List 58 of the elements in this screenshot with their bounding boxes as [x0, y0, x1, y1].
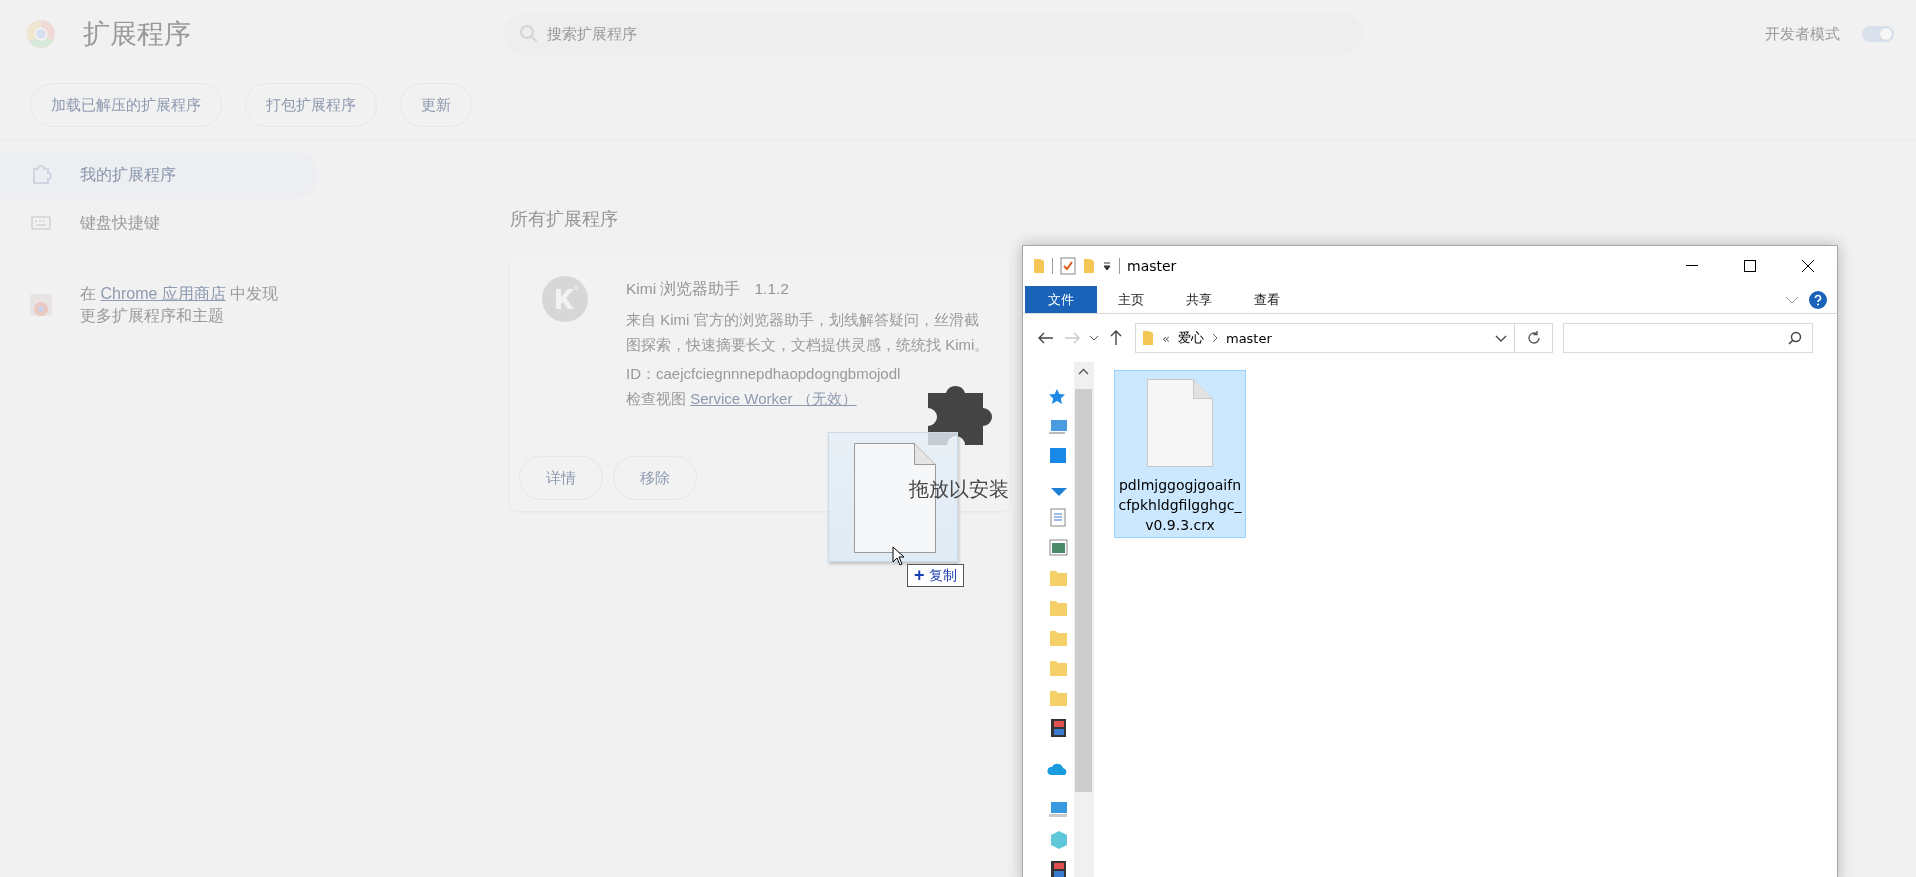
path-overflow-button[interactable]: «: [1162, 330, 1170, 346]
search-placeholder: 搜索扩展程序: [547, 24, 637, 44]
window-title: master: [1127, 258, 1177, 274]
refresh-icon: [1525, 330, 1542, 346]
page-title: 扩展程序: [83, 18, 192, 51]
sidebar-item[interactable]: 键盘快捷键: [0, 199, 318, 247]
drop-to-install-label: 拖放以安装: [909, 477, 1009, 502]
folder-icon: [1033, 258, 1045, 274]
file-icon: [1147, 379, 1213, 467]
back-arrow-icon[interactable]: [1038, 332, 1054, 344]
web-store-icon: [30, 294, 52, 316]
service-worker-link[interactable]: Service Worker （无效）: [690, 390, 857, 407]
scroll-up-icon[interactable]: [1078, 368, 1089, 375]
developer-mode-label: 开发者模式: [1765, 24, 1840, 44]
dropdown-icon[interactable]: [1102, 261, 1112, 271]
forward-arrow-icon[interactable]: [1064, 332, 1080, 344]
chevron-down-icon[interactable]: [1495, 334, 1507, 342]
cursor-icon: [892, 546, 906, 566]
document-icon[interactable]: [1047, 507, 1069, 529]
minimize-icon: [1686, 265, 1698, 267]
sidebar-item[interactable]: 我的扩展程序: [0, 151, 318, 199]
properties-icon[interactable]: [1060, 257, 1076, 275]
extension-logo-icon: [542, 276, 588, 322]
puzzle-icon: [30, 164, 52, 186]
ribbon-tab[interactable]: 共享: [1165, 286, 1233, 313]
help-icon[interactable]: [1809, 290, 1827, 309]
close-icon: [1802, 260, 1814, 272]
folder-icon: [1142, 330, 1154, 346]
refresh-button[interactable]: [1515, 323, 1553, 353]
breadcrumb-item[interactable]: 爱心: [1177, 329, 1204, 347]
ribbon-tab[interactable]: 主页: [1097, 286, 1165, 313]
scrollbar[interactable]: [1074, 362, 1093, 877]
ribbon-tab[interactable]: 查看: [1233, 286, 1301, 313]
image-icon[interactable]: [1047, 537, 1069, 559]
section-title: 所有扩展程序: [510, 208, 619, 231]
store-promo-text: 在 Chrome 应用商店 中发现 更多扩展程序和主题: [80, 284, 279, 326]
up-arrow-icon[interactable]: [1110, 330, 1122, 346]
breadcrumb-item[interactable]: master: [1225, 330, 1272, 346]
extension-version: 1.1.2: [754, 279, 789, 299]
extension-id: ID：caejcfciegnnnepdhaopdogngbmojodl: [626, 365, 901, 382]
recent-locations-icon[interactable]: [1089, 335, 1099, 341]
inspect-views-text: 检查视图 Service Worker （无效）: [626, 389, 858, 409]
extension-description: 来自 Kimi 官方的浏览器助手，划线解答疑问，丝滑截图探索，快速摘要长文，文档提供灵感，统统找 Kimi。: [626, 310, 990, 355]
chevron-right-icon: [1211, 333, 1218, 343]
developer-mode-toggle[interactable]: [1862, 26, 1894, 42]
drop-effect-label: 复制: [928, 566, 957, 585]
search-icon: [1788, 331, 1802, 345]
plus-icon: +: [914, 565, 925, 586]
search-field[interactable]: [1563, 323, 1813, 353]
web-store-link[interactable]: Chrome 应用商店: [100, 285, 226, 302]
chrome-logo-icon: [26, 19, 56, 49]
ribbon-tab[interactable]: 文件: [1025, 286, 1097, 313]
new-folder-icon[interactable]: [1083, 258, 1095, 274]
search-icon: [519, 24, 539, 44]
maximize-icon: [1744, 260, 1756, 272]
file-item[interactable]: pdlmjggogjgoaifncfpkhldgfilgghgc_v0.9.3.crx: [1114, 370, 1246, 538]
address-bar[interactable]: « 爱心 master: [1135, 323, 1515, 353]
extension-name: Kimi 浏览器助手: [626, 279, 741, 299]
